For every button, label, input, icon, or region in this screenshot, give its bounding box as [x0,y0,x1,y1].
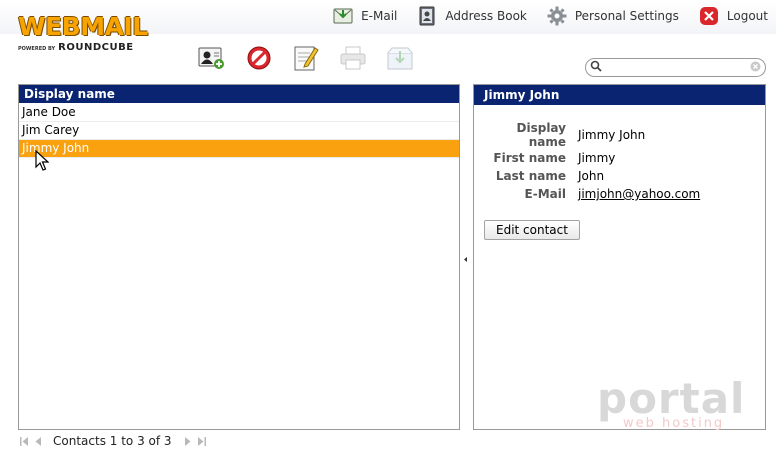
contact-details-title: Jimmy John [474,85,765,105]
nav-personal-settings-label: Personal Settings [574,9,679,23]
delete-icon [246,45,272,74]
contacts-toolbar [198,45,414,73]
clear-search-icon[interactable] [750,61,761,75]
previous-page-icon[interactable] [31,435,44,447]
compose-to-contact-button[interactable] [292,45,320,73]
email-link[interactable]: jimjohn@yahoo.com [578,187,700,201]
nav-email-label: E-Mail [361,9,398,23]
watermark-main: portal [597,374,746,423]
contact-list: Display name Jane Doe Jim Carey Jimmy Jo… [18,84,460,430]
nav-email[interactable]: E-Mail [333,6,397,26]
contacts-count: Contacts 1 to 3 of 3 [53,434,172,448]
search-box [585,58,766,77]
list-header-display-name[interactable]: Display name [19,85,459,104]
logo-powered-by: POWERED BY [18,46,56,52]
field-label-last-name: Last name [495,169,566,183]
add-contact-button[interactable] [198,45,226,73]
field-value-last-name: John [578,169,605,183]
delete-contact-button[interactable] [245,45,273,73]
pane-splitter[interactable] [463,255,468,264]
export-icon [386,45,414,74]
next-page-icon[interactable] [182,435,195,447]
nav-address-book-label: Address Book [445,9,527,23]
list-footer: Contacts 1 to 3 of 3 [18,434,208,448]
mouse-cursor-icon [35,149,50,175]
printer-icon [339,45,367,74]
print-button[interactable] [339,45,367,73]
mail-download-icon [333,6,353,26]
nav-logout-label: Logout [726,9,768,23]
logout-icon [699,6,719,26]
portal-watermark: portal web hosting [597,374,746,432]
list-item-selected[interactable]: Jimmy John [19,140,459,158]
field-value-display-name: Jimmy John [578,128,646,142]
logo-wordmark: WEBMAIL [18,12,148,41]
nav-logout[interactable]: Logout [699,6,768,26]
gear-icon [547,6,567,26]
search-icon [590,60,602,75]
field-label-first-name: First name [493,151,566,165]
address-book-icon [417,6,437,26]
nav-personal-settings[interactable]: Personal Settings [547,6,679,26]
nav-address-book[interactable]: Address Book [417,6,527,26]
export-button[interactable] [386,45,414,73]
search-input[interactable] [606,61,746,74]
contact-fields: Display name Jimmy John First name Jimmy… [484,121,700,203]
list-item[interactable]: Jim Carey [19,122,459,140]
first-page-icon[interactable] [18,435,31,447]
list-item[interactable]: Jane Doe [19,104,459,122]
edit-contact-button[interactable]: Edit contact [484,220,580,240]
logo-brand: ROUNDCUBE [58,42,134,53]
last-page-icon[interactable] [195,435,208,447]
field-value-first-name: Jimmy [578,151,616,165]
compose-icon [293,44,319,75]
top-navigation: E-Mail Address Book Personal Settings Lo… [321,5,776,27]
field-label-email: E-Mail [524,187,566,201]
webmail-logo: WEBMAIL POWERED BY ROUNDCUBE [18,14,183,64]
add-contact-icon [198,45,226,74]
field-label-display-name: Display name [516,121,566,149]
